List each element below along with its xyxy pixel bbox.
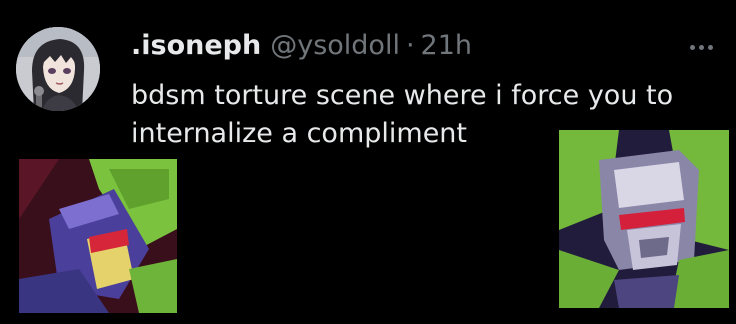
- more-horizontal-icon: [689, 44, 695, 50]
- robot-illustration-right: [559, 130, 729, 308]
- separator-dot: ·: [405, 30, 415, 61]
- robot-illustration-left: [19, 159, 177, 313]
- tweet-header: .isoneph @ysoldoll · 21h: [131, 24, 472, 68]
- avatar-image: [16, 27, 100, 111]
- more-options-button[interactable]: [681, 33, 721, 61]
- more-horizontal-icon: [698, 44, 704, 50]
- avatar[interactable]: [16, 27, 100, 111]
- media-image-right[interactable]: [559, 130, 729, 308]
- more-horizontal-icon: [707, 44, 713, 50]
- user-handle[interactable]: @ysoldoll: [270, 24, 400, 68]
- tweet[interactable]: .isoneph @ysoldoll · 21h bdsm torture sc…: [0, 0, 736, 324]
- timestamp[interactable]: 21h: [421, 24, 472, 68]
- media-image-left[interactable]: [19, 159, 177, 313]
- display-name[interactable]: .isoneph: [131, 24, 261, 68]
